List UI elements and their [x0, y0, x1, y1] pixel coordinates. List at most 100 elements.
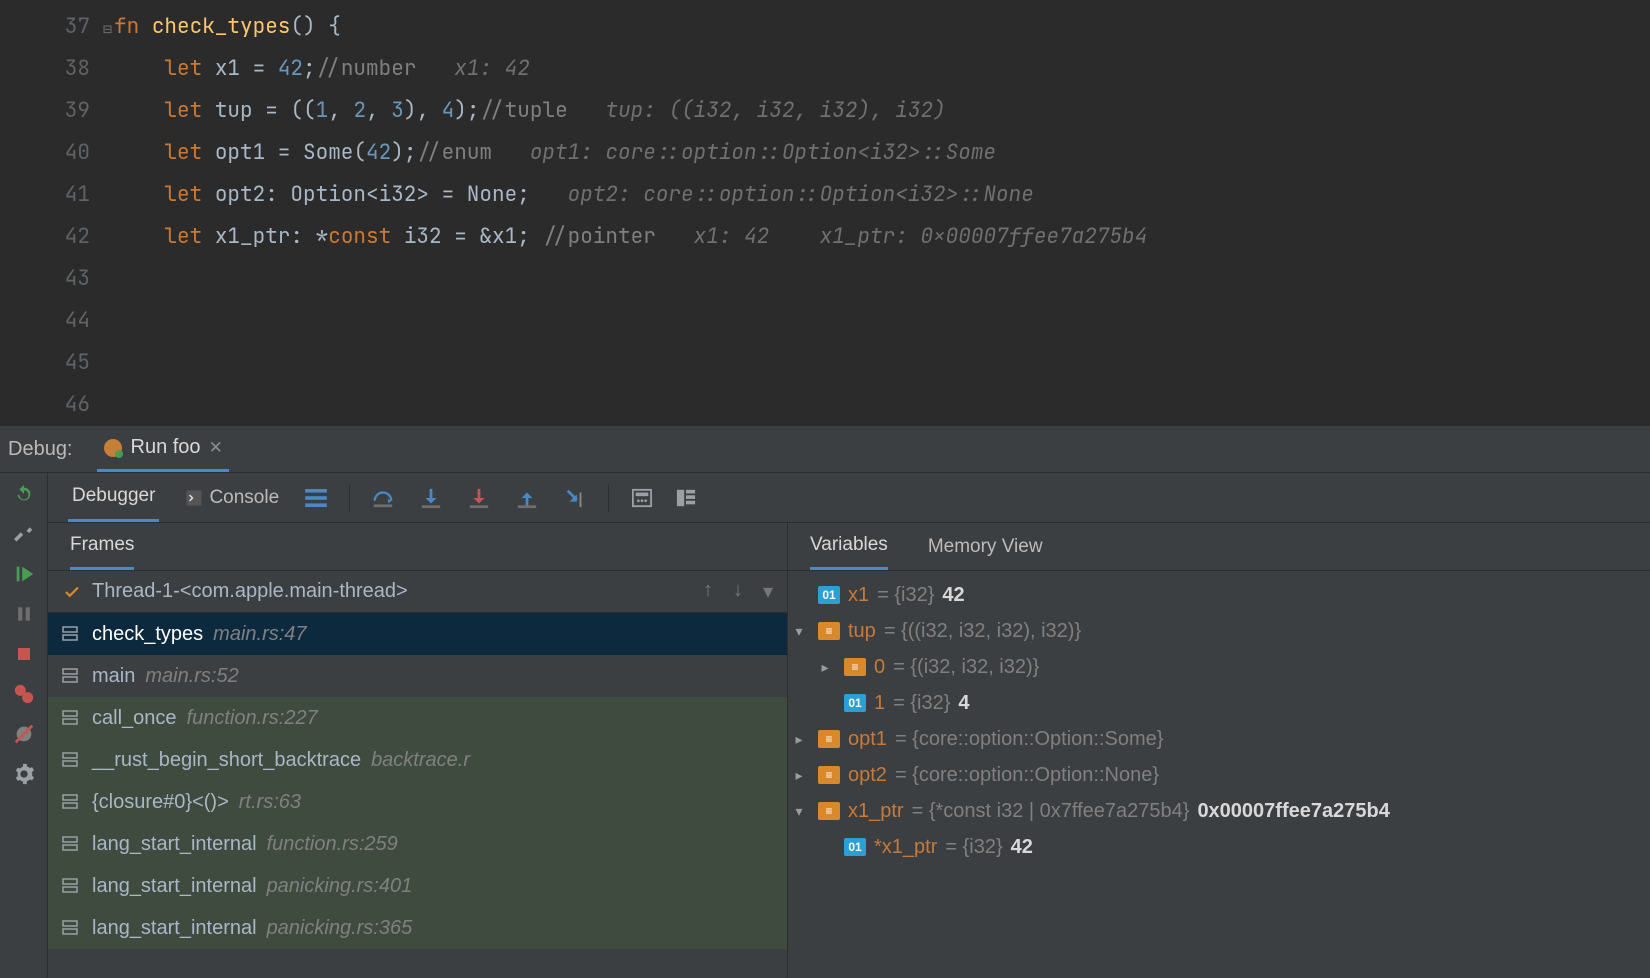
variables-column: Variables Memory View 01 x1 = {i32} 42 ▾… — [788, 523, 1650, 978]
frame-name: lang_start_internal — [92, 911, 257, 945]
variable-row[interactable]: ▾ ≡ x1_ptr = {*const i32 | 0x7ffee7a275b… — [788, 793, 1650, 829]
frame-location: backtrace.r — [371, 743, 470, 777]
variable-value: 42 — [1011, 829, 1033, 865]
expand-icon[interactable]: ▾ — [788, 613, 810, 649]
variable-type-icon: ≡ — [818, 730, 840, 748]
frame-location: rt.rs:63 — [239, 785, 301, 819]
variable-name: opt1 — [848, 721, 887, 757]
rust-icon — [103, 438, 123, 458]
stack-frame-icon — [62, 794, 78, 810]
thread-selector[interactable]: Thread-1-<com.apple.main-thread> ↑ ↓ ▾ — [48, 571, 787, 613]
variable-value: 42 — [942, 577, 964, 613]
run-config-tab[interactable]: Run foo ✕ — [97, 426, 229, 472]
variable-type-icon: ≡ — [844, 658, 866, 676]
close-icon[interactable]: ✕ — [209, 438, 223, 458]
variable-value: 4 — [958, 685, 969, 721]
code-editor[interactable]: ⊟ 37383940414243444546 fn check_types() … — [0, 0, 1650, 425]
variable-row[interactable]: 01 x1 = {i32} 42 — [788, 577, 1650, 613]
variable-row[interactable]: ▸ ≡ opt1 = {core::option::Option::Some} — [788, 721, 1650, 757]
stack-frame-icon — [62, 878, 78, 894]
expand-icon[interactable]: ▾ — [788, 793, 810, 829]
frames-column: Frames Thread-1-<com.apple.main-thread> … — [48, 523, 788, 978]
frame-location: function.rs:259 — [267, 827, 398, 861]
frame-list[interactable]: check_types main.rs:47 main main.rs:52 c… — [48, 613, 787, 978]
debug-label: Debug: — [8, 438, 73, 461]
rerun-icon[interactable] — [11, 481, 37, 507]
frame-name: main — [92, 659, 135, 693]
variable-type-icon: ≡ — [818, 802, 840, 820]
editor-gutter: ⊟ 37383940414243444546 — [4, 0, 114, 425]
step-into-icon[interactable] — [420, 487, 442, 509]
frame-location: main.rs:52 — [145, 659, 238, 693]
stack-frame-icon — [62, 920, 78, 936]
wrench-icon[interactable] — [11, 521, 37, 547]
variable-row[interactable]: ▾ ≡ tup = {((i32, i32, i32), i32)} — [788, 613, 1650, 649]
step-out-icon[interactable] — [516, 487, 538, 509]
settings-icon[interactable] — [11, 761, 37, 787]
frame-row[interactable]: lang_start_internal panicking.rs:401 — [48, 865, 787, 907]
frame-row[interactable]: lang_start_internal panicking.rs:365 — [48, 907, 787, 949]
resume-icon[interactable] — [11, 561, 37, 587]
variable-list[interactable]: 01 x1 = {i32} 42 ▾ ≡ tup = {((i32, i32, … — [788, 571, 1650, 978]
variable-name: x1_ptr — [848, 793, 904, 829]
tab-debugger[interactable]: Debugger — [68, 473, 159, 522]
frame-name: lang_start_internal — [92, 869, 257, 903]
expand-icon[interactable]: ▸ — [788, 721, 810, 757]
variable-row[interactable]: ▸ ≡ 0 = {(i32, i32, i32)} — [788, 649, 1650, 685]
frames-header[interactable]: Frames — [70, 523, 134, 570]
frame-dropdown-icon[interactable]: ▾ — [763, 579, 773, 604]
pause-icon[interactable] — [11, 601, 37, 627]
frame-location: main.rs:47 — [213, 617, 306, 651]
variable-type: = {i32} — [877, 577, 934, 613]
frame-row[interactable]: __rust_begin_short_backtrace backtrace.r — [48, 739, 787, 781]
stack-frame-icon — [62, 836, 78, 852]
frame-row[interactable]: check_types main.rs:47 — [48, 613, 787, 655]
variable-type: = {i32} — [945, 829, 1002, 865]
frame-row[interactable]: lang_start_internal function.rs:259 — [48, 823, 787, 865]
frame-down-icon[interactable]: ↓ — [733, 579, 743, 604]
expand-icon[interactable]: ▸ — [814, 649, 836, 685]
variable-type: = {(i32, i32, i32)} — [893, 649, 1039, 685]
evaluate-icon[interactable] — [631, 487, 653, 509]
variable-name: x1 — [848, 577, 869, 613]
threads-icon[interactable] — [305, 487, 327, 509]
force-step-into-icon[interactable] — [468, 487, 490, 509]
variable-type: = {i32} — [893, 685, 950, 721]
variable-type-icon: 01 — [844, 838, 866, 856]
frame-location: panicking.rs:365 — [267, 911, 413, 945]
frames-header-row: Frames — [48, 523, 787, 571]
variable-row[interactable]: 01 1 = {i32} 4 — [788, 685, 1650, 721]
breakpoints-icon[interactable] — [11, 681, 37, 707]
editor-code[interactable]: fn check_types() { let x1 = 42;//number … — [114, 0, 1650, 425]
frame-name: {closure#0}<()> — [92, 785, 229, 819]
stack-frame-icon — [62, 626, 78, 642]
frame-location: panicking.rs:401 — [267, 869, 413, 903]
variable-type: = {core::option::Option::None} — [895, 757, 1159, 793]
variable-name: tup — [848, 613, 876, 649]
step-over-icon[interactable] — [372, 487, 394, 509]
run-to-cursor-icon[interactable] — [564, 487, 586, 509]
frame-name: check_types — [92, 617, 203, 651]
stack-frame-icon — [62, 710, 78, 726]
thread-name: Thread-1-<com.apple.main-thread> — [92, 580, 408, 603]
stop-icon[interactable] — [11, 641, 37, 667]
variables-tab[interactable]: Variables — [810, 523, 888, 570]
debug-tab-bar: Debug: Run foo ✕ — [0, 425, 1650, 473]
frame-row[interactable]: call_once function.rs:227 — [48, 697, 787, 739]
frame-up-icon[interactable]: ↑ — [703, 579, 713, 604]
expand-icon[interactable]: ▸ — [788, 757, 810, 793]
variable-type-icon: ≡ — [818, 766, 840, 784]
fold-icon[interactable]: ⊟ — [103, 8, 112, 50]
frame-row[interactable]: {closure#0}<()> rt.rs:63 — [48, 781, 787, 823]
debug-sidebar — [0, 473, 48, 978]
frame-row[interactable]: main main.rs:52 — [48, 655, 787, 697]
memory-view-tab[interactable]: Memory View — [928, 523, 1043, 570]
mute-breakpoints-icon[interactable] — [11, 721, 37, 747]
frame-name: lang_start_internal — [92, 827, 257, 861]
variable-row[interactable]: ▸ ≡ opt2 = {core::option::Option::None} — [788, 757, 1650, 793]
frame-name: call_once — [92, 701, 177, 735]
tab-console[interactable]: Console — [181, 473, 283, 522]
layout-icon[interactable] — [675, 487, 697, 509]
variable-row[interactable]: 01 *x1_ptr = {i32} 42 — [788, 829, 1650, 865]
debug-panel: Debugger Console — [0, 473, 1650, 978]
